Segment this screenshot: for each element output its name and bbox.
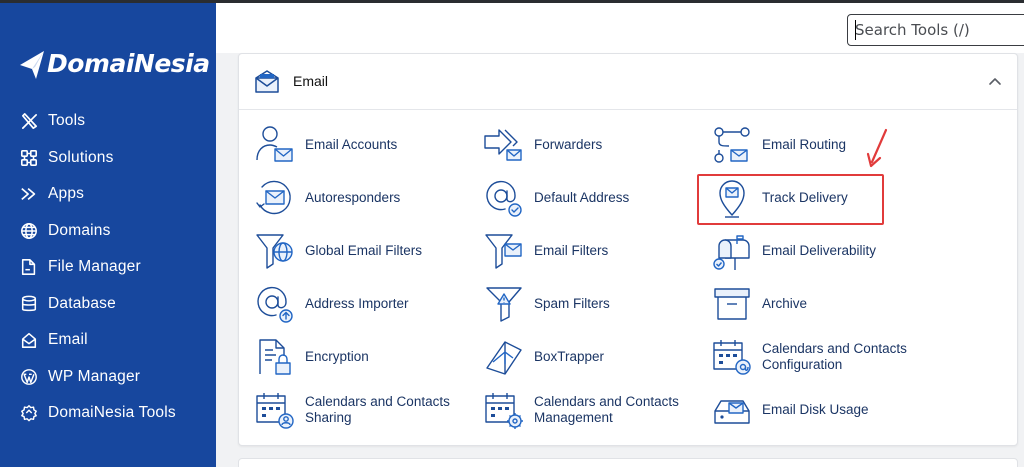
badge-icon: [19, 403, 39, 423]
tool-email-accounts[interactable]: Email Accounts: [254, 124, 397, 166]
tool-default-address[interactable]: Default Address: [483, 177, 629, 219]
tool-forwarders[interactable]: Forwarders: [483, 124, 602, 166]
tool-spam-filters[interactable]: Spam Filters: [483, 283, 610, 325]
track-delivery-icon: [719, 180, 745, 218]
solutions-icon: [19, 148, 39, 168]
logo-mark-icon: [20, 51, 44, 79]
tool-email-routing[interactable]: Email Routing: [711, 124, 846, 166]
search-tools-input[interactable]: [847, 14, 1024, 46]
tool-autoresponders[interactable]: Autoresponders: [254, 177, 400, 219]
chevron-up-icon[interactable]: [986, 73, 1004, 91]
tool-calendars-contacts-configuration[interactable]: Calendars and Contacts Configuration: [711, 336, 907, 378]
sidebar-item-domains[interactable]: Domains: [0, 213, 216, 250]
file-manager-icon: [19, 257, 39, 277]
email-disk-usage-icon: [714, 400, 750, 424]
tool-encryption[interactable]: Encryption: [254, 336, 369, 378]
encryption-icon: [259, 339, 291, 375]
global-email-filters-icon: [256, 234, 293, 269]
sidebar-nav: Tools Solutions Apps Domains File Manage…: [0, 103, 216, 432]
email-routing-icon: [714, 127, 750, 163]
sidebar-item-solutions[interactable]: Solutions: [0, 140, 216, 177]
calendar-sharing-icon: [256, 393, 294, 429]
calendar-config-icon: [713, 340, 751, 375]
archive-icon: [714, 288, 750, 320]
email-filters-icon: [485, 234, 522, 269]
sidebar-item-wp-manager[interactable]: WP Manager: [0, 359, 216, 396]
tools-icon: [19, 111, 39, 131]
text-caret: [855, 20, 856, 40]
brand-name: DomaiNesia: [47, 48, 210, 78]
email-deliverability-icon: [713, 235, 750, 270]
address-importer-icon: [257, 286, 293, 323]
sidebar-item-tools[interactable]: Tools: [0, 103, 216, 140]
autoresponders-icon: [256, 180, 291, 215]
database-icon: [19, 294, 39, 314]
default-address-icon: [486, 180, 522, 217]
sidebar-item-database[interactable]: Database: [0, 286, 216, 323]
panel-title: Email: [293, 73, 329, 89]
sidebar-item-email[interactable]: Email: [0, 322, 216, 359]
tool-track-delivery[interactable]: Track Delivery: [711, 177, 848, 219]
top-bar: [216, 3, 1024, 53]
tool-calendars-contacts-management[interactable]: Calendars and Contacts Management: [483, 389, 679, 431]
sidebar-item-apps[interactable]: Apps: [0, 176, 216, 213]
sidebar-item-domainesia-tools[interactable]: DomaiNesia Tools: [0, 395, 216, 432]
tool-calendars-contacts-sharing[interactable]: Calendars and Contacts Sharing: [254, 389, 450, 431]
sidebar: DomaiNesia Tools Solutions Apps Domains: [0, 3, 216, 467]
boxtrapper-icon: [486, 341, 522, 375]
tool-address-importer[interactable]: Address Importer: [254, 283, 409, 325]
tool-email-deliverability[interactable]: Email Deliverability: [711, 230, 876, 272]
wordpress-icon: [19, 367, 39, 387]
spam-filters-icon: [486, 287, 522, 322]
email-panel-header[interactable]: Email: [239, 54, 1017, 110]
tool-email-filters[interactable]: Email Filters: [483, 230, 608, 272]
calendar-management-icon: [485, 393, 523, 429]
apps-icon: [19, 184, 39, 204]
tool-global-email-filters[interactable]: Global Email Filters: [254, 230, 422, 272]
tool-boxtrapper[interactable]: BoxTrapper: [483, 336, 604, 378]
tool-archive[interactable]: Archive: [711, 283, 807, 325]
forwarders-icon: [484, 129, 522, 161]
email-icon: [19, 330, 39, 350]
red-arrow-annotation-icon: [866, 128, 888, 168]
tool-email-disk-usage[interactable]: Email Disk Usage: [711, 389, 869, 431]
email-accounts-icon: [256, 126, 293, 162]
next-section-card: [238, 458, 1018, 467]
email-group-icon: [255, 70, 279, 93]
sidebar-item-file-manager[interactable]: File Manager: [0, 249, 216, 286]
brand-logo[interactable]: DomaiNesia: [18, 43, 210, 83]
globe-icon: [19, 221, 39, 241]
